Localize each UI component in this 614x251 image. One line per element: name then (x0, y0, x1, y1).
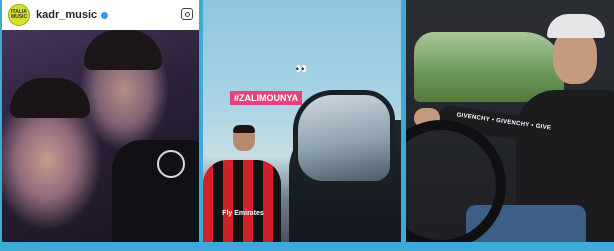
story-header: ITALIA MUSIC kadr_music (2, 0, 199, 30)
player-sticker-head (233, 125, 255, 151)
story-panel-driving: GIVENCHY • GIVENCHY • GIVE (406, 0, 614, 251)
shirt-logo-icon (157, 150, 185, 178)
instagram-icon[interactable] (181, 8, 193, 20)
verified-badge-icon (101, 11, 109, 19)
white-cap (547, 14, 605, 38)
side-mirror (293, 90, 395, 186)
bottom-strip (0, 242, 614, 251)
story-panel-selfie: ITALIA MUSIC kadr_music (2, 0, 199, 251)
profile-username[interactable]: kadr_music (36, 9, 97, 21)
player-sticker-jersey (203, 160, 281, 251)
eyes-emoji: 👀 (295, 64, 308, 75)
hashtag-sticker[interactable]: #ZALIMOUNYA (230, 91, 303, 105)
story-panel-sticker: 👀 #ZALIMOUNYA Fly Emirates (203, 0, 401, 251)
black-shirt (112, 140, 199, 251)
jersey-sponsor-text: Fly Emirates (222, 210, 264, 217)
profile-avatar[interactable]: ITALIA MUSIC (8, 4, 30, 26)
